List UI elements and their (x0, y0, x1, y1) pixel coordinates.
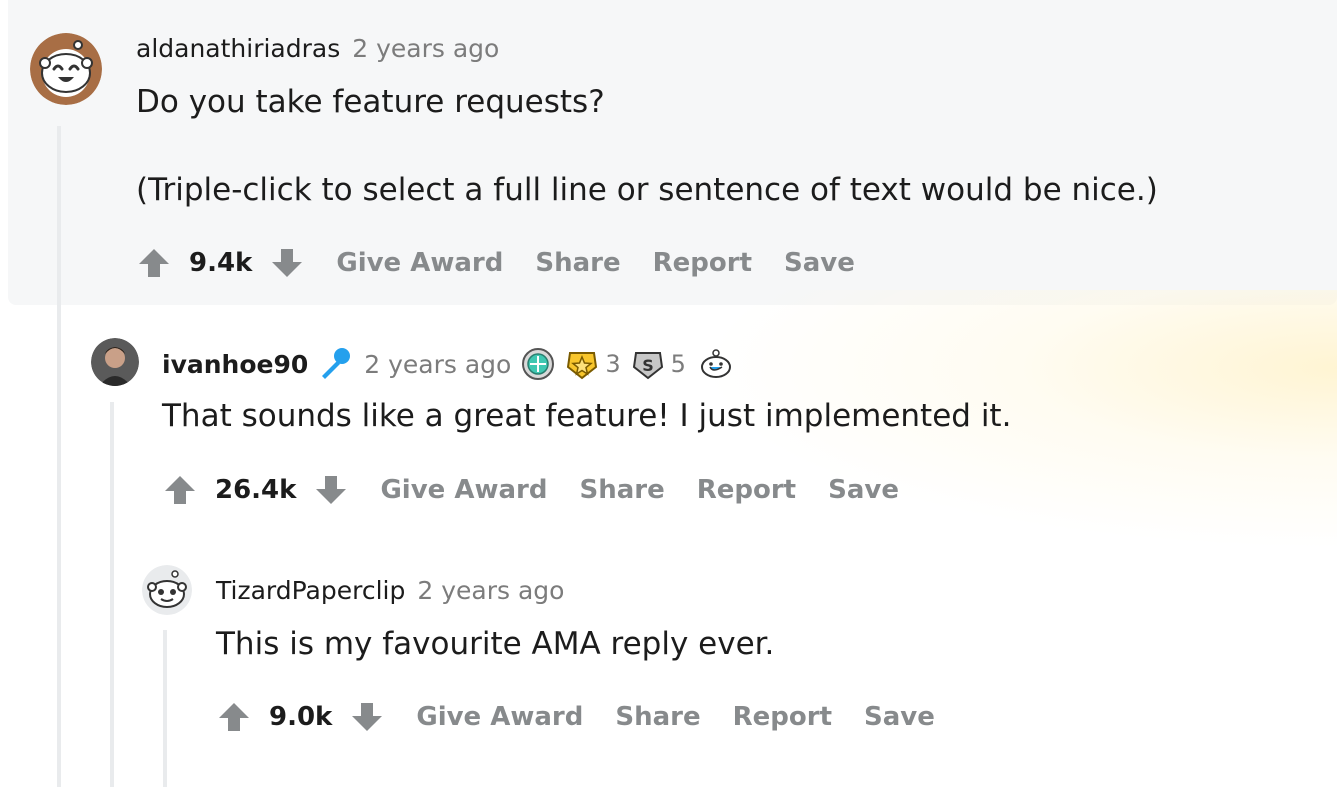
user-photo-avatar-icon (91, 338, 139, 386)
username-link[interactable]: ivanhoe90 (162, 350, 308, 379)
save-button[interactable]: Save (784, 248, 855, 278)
gold-star-award-icon[interactable] (565, 347, 599, 381)
avatar[interactable] (91, 338, 139, 386)
username-link[interactable]: aldanathiriadras (136, 34, 340, 63)
save-button[interactable]: Save (828, 475, 899, 505)
timestamp-link[interactable]: 2 years ago (364, 350, 511, 379)
give-award-button[interactable]: Give Award (416, 702, 583, 732)
comment-meta: TizardPaperclip 2 years ago (216, 576, 564, 605)
comment-meta: aldanathiriadras 2 years ago (136, 34, 499, 63)
give-award-button[interactable]: Give Award (380, 475, 547, 505)
upvote-arrow-icon[interactable] (137, 246, 171, 280)
thread-line-3[interactable] (163, 630, 167, 787)
downvote-arrow-icon[interactable] (314, 473, 348, 507)
award-count: 3 (605, 350, 621, 378)
green-award-icon[interactable] (521, 347, 555, 381)
upvote-arrow-icon[interactable] (163, 473, 197, 507)
comment-meta: ivanhoe90 2 years ago 3 S 5 (162, 346, 736, 382)
silver-award-icon[interactable]: S (631, 347, 665, 381)
avatar[interactable] (142, 565, 192, 615)
give-award-button[interactable]: Give Award (336, 248, 503, 278)
share-button[interactable]: Share (535, 248, 620, 278)
snoo-avatar-icon (30, 33, 102, 105)
wholesome-award-icon[interactable] (696, 347, 736, 381)
microphone-icon (322, 348, 351, 379)
thread-line-1[interactable] (57, 126, 61, 787)
comment-thread: aldanathiriadras 2 years ago Do you take… (0, 0, 1337, 787)
report-button[interactable]: Report (697, 475, 796, 505)
share-button[interactable]: Share (615, 702, 700, 732)
vote-score: 9.0k (269, 702, 333, 732)
save-button[interactable]: Save (864, 702, 935, 732)
downvote-arrow-icon[interactable] (350, 700, 384, 734)
comment-body-line-1: That sounds like a great feature! I just… (162, 398, 1012, 434)
timestamp-link[interactable]: 2 years ago (417, 576, 564, 605)
comment-actions: 9.4k Give Award Share Report Save (137, 246, 855, 280)
snoo-avatar-icon (142, 565, 192, 615)
comment-actions: 26.4k Give Award Share Report Save (163, 473, 899, 507)
avatar[interactable] (30, 33, 102, 105)
comment-body-line-1: Do you take feature requests? (136, 84, 605, 120)
username-link[interactable]: TizardPaperclip (216, 576, 405, 605)
downvote-arrow-icon[interactable] (270, 246, 304, 280)
comment-body-line-2: (Triple-click to select a full line or s… (136, 172, 1158, 208)
share-button[interactable]: Share (579, 475, 664, 505)
report-button[interactable]: Report (733, 702, 832, 732)
vote-score: 9.4k (189, 248, 253, 278)
vote-score: 26.4k (215, 475, 297, 505)
thread-line-2[interactable] (110, 402, 114, 787)
report-button[interactable]: Report (653, 248, 752, 278)
svg-text:S: S (642, 356, 654, 375)
upvote-arrow-icon[interactable] (217, 700, 251, 734)
comment-body-line-1: This is my favourite AMA reply ever. (216, 626, 775, 662)
timestamp-link[interactable]: 2 years ago (352, 34, 499, 63)
award-count: 5 (670, 350, 686, 378)
comment-actions: 9.0k Give Award Share Report Save (217, 700, 935, 734)
